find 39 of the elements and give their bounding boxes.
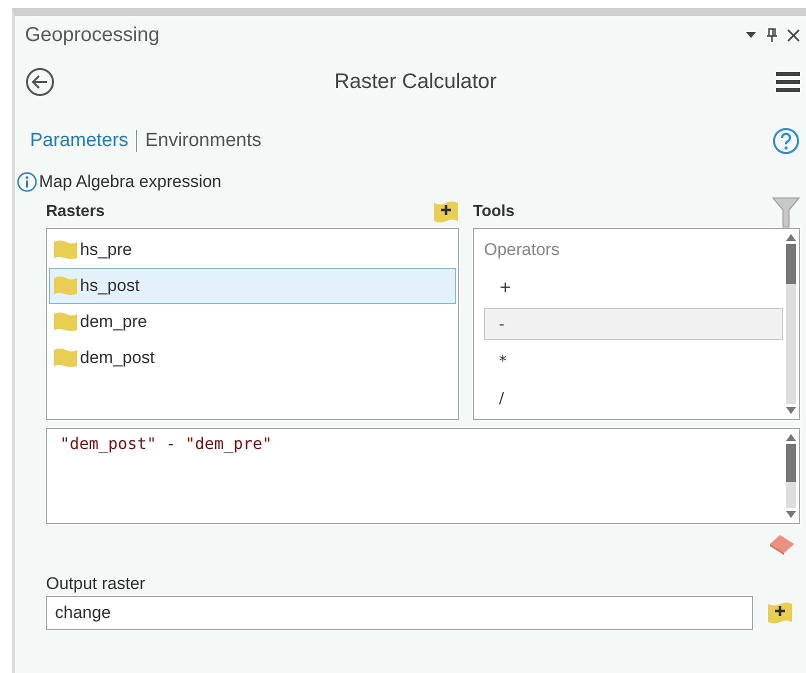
pin-icon[interactable] — [767, 28, 777, 42]
expression-field[interactable]: "dem_post" - "dem_pre" — [46, 428, 800, 524]
help-icon[interactable] — [772, 127, 800, 155]
menu-icon[interactable] — [776, 71, 800, 93]
raster-layer-icon — [52, 239, 78, 261]
add-folder-icon[interactable] — [433, 201, 459, 223]
raster-layer-icon — [52, 311, 78, 333]
field-label: Output raster — [46, 574, 146, 594]
eraser-icon[interactable] — [768, 532, 796, 556]
operator-list-item[interactable]: - — [484, 308, 783, 340]
raster-list-item[interactable]: hs_pre — [49, 232, 456, 268]
operator-list-item[interactable]: * — [484, 345, 783, 377]
field-label: Map Algebra expression — [39, 172, 222, 192]
tab[interactable]: Parameters — [30, 130, 128, 152]
scroll-down-icon[interactable] — [786, 511, 796, 519]
raster-list-item[interactable]: dem_post — [49, 340, 456, 376]
add-folder-icon[interactable] — [767, 602, 793, 624]
scroll-thumb[interactable] — [786, 444, 796, 482]
info-icon[interactable] — [17, 172, 37, 192]
tab[interactable]: Environments — [145, 130, 262, 152]
scroll-up-icon[interactable] — [786, 433, 796, 441]
filter-icon[interactable] — [772, 196, 800, 228]
operator-list-item[interactable]: / — [484, 382, 783, 414]
group-heading: Operators — [484, 239, 561, 261]
scroll-thumb[interactable] — [786, 244, 796, 284]
window-title: Geoprocessing — [25, 24, 160, 46]
section-label: Rasters — [46, 203, 105, 221]
dropdown-icon[interactable] — [745, 31, 757, 39]
scroll-down-icon[interactable] — [786, 407, 796, 415]
output-raster-field[interactable]: change — [46, 596, 753, 630]
raster-list-item[interactable]: dem_pre — [49, 304, 456, 340]
close-icon[interactable] — [787, 28, 800, 42]
scroll-up-icon[interactable] — [786, 233, 796, 241]
raster-layer-icon — [52, 275, 78, 297]
tool-title: Raster Calculator — [333, 70, 498, 94]
operator-list-item[interactable]: + — [484, 271, 783, 303]
raster-list-item[interactable]: hs_post — [49, 268, 456, 304]
section-label: Tools — [473, 203, 514, 221]
raster-layer-icon — [52, 347, 78, 369]
